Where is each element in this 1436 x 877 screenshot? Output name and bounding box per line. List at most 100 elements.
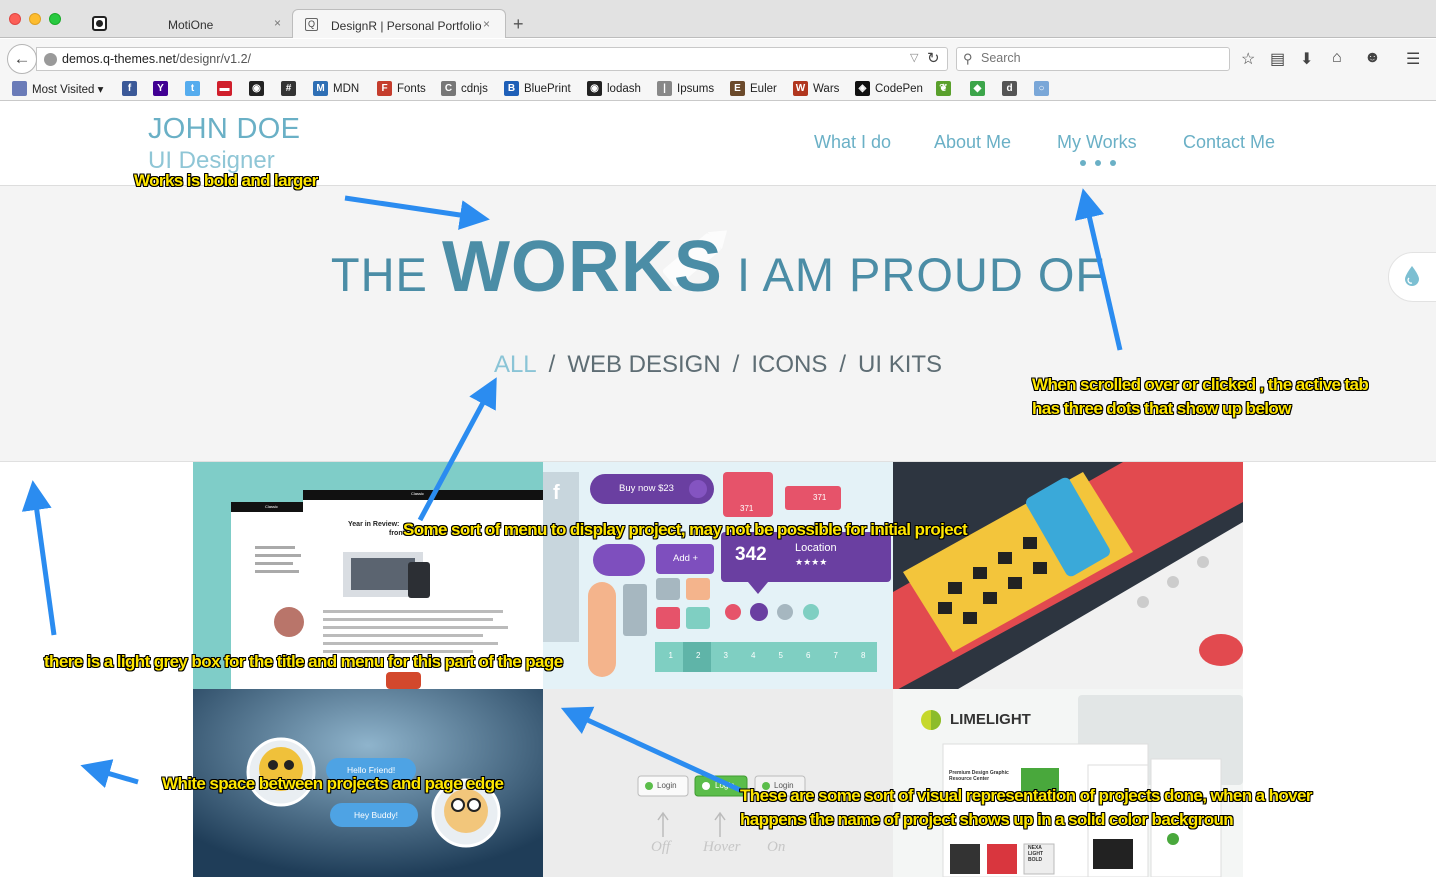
filter-ui-kits[interactable]: UI KITS bbox=[858, 351, 942, 378]
filter-icons[interactable]: ICONS bbox=[751, 351, 827, 378]
menu-icon[interactable]: ☰ bbox=[1406, 49, 1420, 69]
shield-icon: ◆ bbox=[970, 81, 985, 96]
search-bar[interactable]: ⚲ bbox=[956, 47, 1230, 71]
reload-icon[interactable]: ↻ bbox=[927, 49, 940, 67]
bookmark-fonts[interactable]: F Fonts bbox=[377, 81, 426, 96]
bookmark-twitter[interactable]: t bbox=[185, 81, 205, 96]
circle-icon: ○ bbox=[1034, 81, 1049, 96]
project-thumbnail bbox=[893, 462, 1243, 689]
facebook-icon: f bbox=[553, 482, 560, 504]
filter-web-design[interactable]: WEB DESIGN bbox=[567, 351, 720, 378]
bookmark-label: MDN bbox=[333, 82, 360, 95]
bookmark-mdn[interactable]: M MDN bbox=[313, 81, 359, 96]
fonts-icon: F bbox=[377, 81, 392, 96]
bookmark-leaf[interactable]: ❦ bbox=[936, 81, 956, 96]
folder-icon bbox=[12, 81, 27, 96]
pinned-tab-icon[interactable] bbox=[92, 16, 107, 31]
url-text[interactable]: demos.q-themes.net/designr/v1.2/ bbox=[62, 52, 251, 66]
counter-value: 342 bbox=[735, 544, 767, 565]
bookmark-folder[interactable]: Most Visited ▾ bbox=[12, 81, 103, 96]
bookmark-facebook[interactable]: f bbox=[122, 81, 142, 96]
doc-icon: d bbox=[1002, 81, 1017, 96]
bookmark-label: Wars bbox=[813, 82, 840, 95]
arrow-left-icon: ← bbox=[13, 49, 31, 68]
download-icon[interactable]: ⬇ bbox=[1300, 49, 1313, 69]
annotation-works-bold: Works is bold and larger bbox=[134, 171, 318, 190]
nav-contact-me[interactable]: Contact Me bbox=[1183, 132, 1275, 153]
bookmark-cdnjs[interactable]: Ccdnjs bbox=[441, 81, 488, 96]
bookmark-dribbble[interactable]: ▬ bbox=[217, 81, 237, 96]
blueprint-icon: B bbox=[504, 81, 519, 96]
tab-title: DesignR | Personal Portfolio bbox=[331, 19, 482, 33]
project-tile-ui-kit[interactable]: f Buy now $23 371 371 Add + 342 Location… bbox=[543, 462, 893, 689]
hero-title: THE WORKS I AM PROUD OF bbox=[330, 227, 1106, 307]
theme-switcher-tab[interactable] bbox=[1388, 252, 1436, 302]
bookmark-star-icon[interactable]: ☆ bbox=[1241, 49, 1255, 69]
browser-toolbar: demos.q-themes.net/designr/v1.2/ ▽ ↻ ← ⚲… bbox=[0, 39, 1436, 79]
buy-now-label: Buy now $23 bbox=[619, 483, 674, 494]
annotation-grey-box: there is a light grey box for the title … bbox=[44, 652, 563, 671]
bookmark-shield[interactable]: ◆ bbox=[970, 81, 990, 96]
project-tile-app[interactable] bbox=[893, 462, 1243, 689]
bookmark-yahoo[interactable]: Y bbox=[153, 81, 173, 96]
zoom-window-button[interactable] bbox=[49, 13, 61, 25]
project-thumbnail bbox=[942, 695, 1243, 877]
nav-what-i-do[interactable]: What I do bbox=[814, 132, 891, 153]
minimize-window-button[interactable] bbox=[29, 13, 41, 25]
hash-icon: # bbox=[281, 81, 296, 96]
nav-my-works[interactable]: My Works bbox=[1057, 132, 1137, 153]
project-tile-limelight[interactable]: LIMELIGHT Premium Design Graphic Resourc… bbox=[893, 689, 1243, 877]
leaf-icon: ❦ bbox=[936, 81, 951, 96]
bookmark-ipsums[interactable]: | Ipsums bbox=[657, 81, 714, 96]
tab-close-icon[interactable]: × bbox=[274, 16, 281, 30]
state-hover-label: Hover bbox=[703, 839, 741, 855]
new-tab-button[interactable]: + bbox=[513, 14, 524, 35]
reading-list-icon[interactable]: ▤ bbox=[1270, 49, 1285, 69]
back-button[interactable]: ← bbox=[7, 44, 37, 74]
close-window-button[interactable] bbox=[9, 13, 21, 25]
state-off-label: Off bbox=[651, 839, 671, 855]
tab-designr[interactable]: Q DesignR | Personal Portfolio × bbox=[292, 9, 506, 38]
hero-section: THE WORKS I AM PROUD OF ALL / WEB DESIGN / I… bbox=[0, 186, 1436, 462]
chat-icon[interactable]: ☻ bbox=[1364, 49, 1381, 67]
search-input[interactable] bbox=[981, 51, 1221, 65]
facebook-icon: f bbox=[122, 81, 137, 96]
bookmark-hash[interactable]: # bbox=[281, 81, 301, 96]
tab-favicon-icon: Q bbox=[305, 18, 318, 31]
brand-name[interactable]: JOHN DOE bbox=[148, 113, 300, 146]
nexa-font-sample: NEXA LIGHT BOLD bbox=[1028, 845, 1043, 863]
codepen-icon: ◈ bbox=[855, 81, 870, 96]
github-icon: ◉ bbox=[249, 81, 264, 96]
url-dropdown-icon[interactable]: ▽ bbox=[910, 51, 918, 64]
tab-motione[interactable]: MotiOne × bbox=[120, 9, 292, 38]
bookmark-circle[interactable]: ○ bbox=[1034, 81, 1054, 96]
limelight-heading: Premium Design Graphic Resource Center bbox=[949, 770, 1009, 782]
annotation-white-space: White space between projects and page ed… bbox=[162, 774, 504, 793]
bookmark-blueprint[interactable]: B BluePrint bbox=[504, 81, 571, 96]
nav-about-me[interactable]: About Me bbox=[934, 132, 1011, 153]
filter-all[interactable]: ALL bbox=[494, 351, 537, 378]
tab-close-icon[interactable]: × bbox=[483, 17, 490, 31]
bookmark-codewars[interactable]: W Wars bbox=[793, 81, 839, 96]
mdn-icon: M bbox=[313, 81, 328, 96]
bookmark-euler[interactable]: E Euler bbox=[730, 81, 777, 96]
bookmark-codepen[interactable]: ◈ CodePen bbox=[855, 81, 923, 96]
limelight-brand: LIMELIGHT bbox=[950, 711, 1031, 728]
bookmark-label: BluePrint bbox=[524, 82, 571, 95]
yahoo-icon: Y bbox=[153, 81, 168, 96]
hero-title-emphasis: WORKS bbox=[441, 227, 723, 307]
bookmark-doc[interactable]: d bbox=[1002, 81, 1022, 96]
project-tile-buttons[interactable]: Login Login Login Off Hover On bbox=[543, 689, 893, 877]
bookmark-label: lodash bbox=[607, 82, 641, 95]
bookmark-github[interactable]: ◉ bbox=[249, 81, 269, 96]
url-bar[interactable]: demos.q-themes.net/designr/v1.2/ ▽ ↻ bbox=[36, 47, 948, 71]
likes-count-2: 371 bbox=[813, 493, 827, 502]
bookmark-label: cdnjs bbox=[461, 82, 488, 95]
annotation-thumbnails-1: These are some sort of visual representa… bbox=[740, 786, 1312, 805]
browser-tab-strip: MotiOne × Q DesignR | Personal Portfolio… bbox=[0, 0, 1436, 38]
home-icon[interactable]: ⌂ bbox=[1332, 49, 1342, 67]
codewars-icon: W bbox=[793, 81, 808, 96]
blog-title-line2: fron bbox=[389, 530, 403, 537]
add-label: Add + bbox=[673, 553, 699, 564]
bookmark-lodash-github[interactable]: ◉ lodash bbox=[587, 81, 641, 96]
